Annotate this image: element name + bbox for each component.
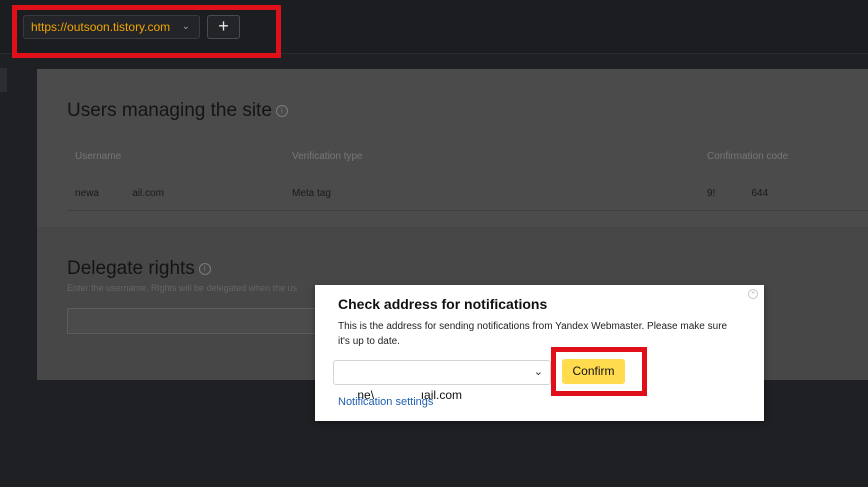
user-username: newa ail.com <box>75 188 164 199</box>
delegate-username-input[interactable] <box>67 308 317 334</box>
email-select[interactable]: ne\ ıail.com ⌄ <box>333 360 551 402</box>
sidebar-toggle[interactable] <box>0 68 7 92</box>
column-header-confirmation-code: Confirmation code <box>707 151 789 162</box>
close-icon[interactable]: × <box>748 289 758 299</box>
highlight-site-selector <box>12 5 281 58</box>
column-header-username: Username <box>75 151 122 162</box>
delegate-title-text: Delegate rights <box>67 258 195 279</box>
delegate-section-title: Delegate rights i <box>67 258 211 280</box>
user-confirmation-code: 9! 644 <box>707 188 769 199</box>
dialog-description: This is the address for sending notifica… <box>338 321 728 347</box>
delegate-hint: Enter the username. Rights will be deleg… <box>67 283 298 293</box>
users-section-title: Users managing the site i <box>67 100 288 122</box>
chevron-down-icon: ⌄ <box>533 366 543 378</box>
notification-settings-link[interactable]: Notification settings <box>338 396 433 408</box>
user-verification-type: Meta tag <box>292 188 331 199</box>
info-icon[interactable]: i <box>198 262 211 275</box>
highlight-confirm-button <box>551 347 647 396</box>
users-title-text: Users managing the site <box>67 100 272 121</box>
column-header-verification-type: Verification type <box>292 151 363 162</box>
notification-address-dialog: × Check address for notifications This i… <box>315 285 764 421</box>
dialog-title: Check address for notifications <box>338 296 548 312</box>
info-icon[interactable]: i <box>275 104 288 117</box>
row-divider <box>67 210 868 211</box>
